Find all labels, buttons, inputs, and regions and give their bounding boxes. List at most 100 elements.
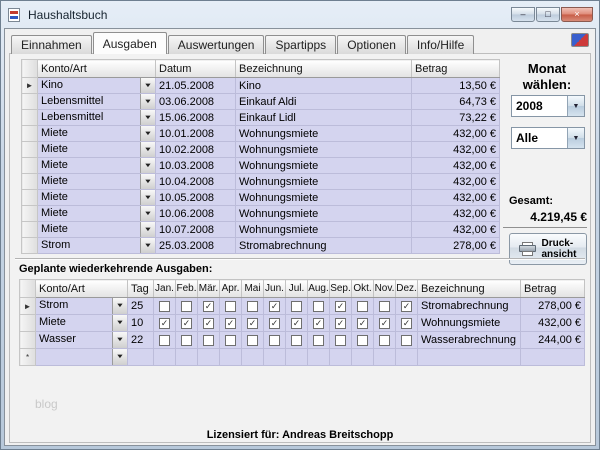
konto-cell[interactable]: Miete▼ [38,126,156,142]
month-checkbox-mai[interactable] [247,335,258,346]
betrag-cell[interactable]: 64,73 € [412,94,500,110]
datum-cell[interactable]: 10.05.2008 [156,190,236,206]
konto-cell[interactable]: Kino▼ [38,78,156,94]
konto-cell[interactable]: Lebensmittel▼ [38,110,156,126]
month-checkbox-feb[interactable] [181,335,192,346]
minimize-button[interactable]: – [511,7,535,22]
bezeichnung-cell[interactable]: Wohnungsmiete [236,206,412,222]
month-checkbox-apr[interactable] [225,335,236,346]
month-checkbox-mär[interactable]: ✓ [203,301,214,312]
column-header-betrag[interactable]: Betrag [412,60,500,78]
bezeichnung-cell[interactable]: Stromabrechnung [418,298,521,315]
column-header-apr[interactable]: Apr. [220,280,242,298]
konto-cell[interactable]: Miete▼ [38,206,156,222]
month-checkbox-jun[interactable]: ✓ [269,318,280,329]
column-header-mai[interactable]: Mai [242,280,264,298]
konto-cell[interactable]: Miete▼ [38,222,156,238]
row-header[interactable] [22,206,38,222]
betrag-cell[interactable]: 278,00 € [412,238,500,254]
tab-ausgaben[interactable]: Ausgaben [93,32,167,54]
month-checkbox-mär[interactable]: ✓ [203,318,214,329]
tab-optionen[interactable]: Optionen [337,35,406,54]
bezeichnung-cell[interactable]: Wohnungsmiete [236,222,412,238]
month-filter-select[interactable]: Alle ▼ [511,127,585,149]
month-checkbox-cell[interactable] [352,349,374,366]
month-checkbox-apr[interactable]: ✓ [225,318,236,329]
current-row-marker[interactable]: ► [20,298,36,315]
month-checkbox-dez[interactable]: ✓ [401,318,412,329]
month-checkbox-jun[interactable] [269,335,280,346]
konto-cell[interactable]: Miete▼ [38,142,156,158]
year-dropdown-button[interactable]: ▼ [567,96,584,116]
konto-cell[interactable]: Miete▼ [38,158,156,174]
dropdown-button[interactable]: ▼ [140,174,155,189]
bezeichnung-cell[interactable]: Wohnungsmiete [418,315,521,332]
column-header-feb[interactable]: Feb. [176,280,198,298]
bezeichnung-cell[interactable]: Stromabrechnung [236,238,412,254]
column-header-mär[interactable]: Mär. [198,280,220,298]
row-header[interactable] [22,94,38,110]
bezeichnung-cell[interactable] [418,349,521,366]
konto-cell[interactable]: ▼ [36,349,128,366]
month-checkbox-okt[interactable] [357,301,368,312]
row-header[interactable] [22,142,38,158]
bezeichnung-cell[interactable]: Einkauf Aldi [236,94,412,110]
betrag-cell[interactable]: 432,00 € [412,126,500,142]
month-checkbox-cell[interactable] [198,349,220,366]
bezeichnung-cell[interactable]: Wohnungsmiete [236,126,412,142]
grid-corner[interactable] [22,60,38,78]
betrag-cell[interactable]: 73,22 € [412,110,500,126]
row-header[interactable] [22,158,38,174]
dropdown-button[interactable]: ▼ [112,332,127,348]
datum-cell[interactable]: 03.06.2008 [156,94,236,110]
bezeichnung-cell[interactable]: Wohnungsmiete [236,190,412,206]
bezeichnung-cell[interactable]: Wohnungsmiete [236,142,412,158]
konto-cell[interactable]: Lebensmittel▼ [38,94,156,110]
column-header-bezeichnung[interactable]: Bezeichnung [418,280,521,298]
dropdown-button[interactable]: ▼ [140,94,155,109]
betrag-cell[interactable]: 432,00 € [412,190,500,206]
print-preview-button[interactable]: Druck- ansicht [509,233,587,265]
month-checkbox-jan[interactable]: ✓ [159,318,170,329]
month-checkbox-aug[interactable]: ✓ [313,318,324,329]
betrag-cell[interactable]: 432,00 € [412,158,500,174]
column-header-jul[interactable]: Jul. [286,280,308,298]
month-checkbox-cell[interactable] [308,349,330,366]
column-header-aug[interactable]: Aug. [308,280,330,298]
month-checkbox-aug[interactable] [313,335,324,346]
month-checkbox-okt[interactable]: ✓ [357,318,368,329]
dropdown-button[interactable]: ▼ [112,349,127,365]
month-checkbox-nov[interactable] [379,301,390,312]
konto-cell[interactable]: Strom▼ [36,298,128,315]
month-checkbox-jul[interactable]: ✓ [291,318,302,329]
column-header-tag[interactable]: Tag [128,280,154,298]
month-checkbox-jan[interactable] [159,335,170,346]
tag-cell[interactable] [128,349,154,366]
month-checkbox-dez[interactable]: ✓ [401,301,412,312]
month-checkbox-feb[interactable] [181,301,192,312]
bezeichnung-cell[interactable]: Wasserabrechnung [418,332,521,349]
month-checkbox-apr[interactable] [225,301,236,312]
language-flag-icon[interactable] [571,33,589,47]
month-checkbox-cell[interactable] [374,349,396,366]
datum-cell[interactable]: 10.02.2008 [156,142,236,158]
row-header[interactable] [22,190,38,206]
column-header-sep[interactable]: Sep. [330,280,352,298]
column-header-bezeichnung[interactable]: Bezeichnung [236,60,412,78]
month-checkbox-cell[interactable] [264,349,286,366]
month-checkbox-jun[interactable]: ✓ [269,301,280,312]
column-header-konto-art[interactable]: Konto/Art [38,60,156,78]
row-header[interactable] [22,126,38,142]
bezeichnung-cell[interactable]: Wohnungsmiete [236,174,412,190]
tab-spartipps[interactable]: Spartipps [265,35,336,54]
betrag-cell[interactable]: 244,00 € [521,332,585,349]
datum-cell[interactable]: 25.03.2008 [156,238,236,254]
column-header-jan[interactable]: Jan. [154,280,176,298]
betrag-cell[interactable]: 13,50 € [412,78,500,94]
dropdown-button[interactable]: ▼ [112,298,127,314]
datum-cell[interactable]: 21.05.2008 [156,78,236,94]
month-checkbox-okt[interactable] [357,335,368,346]
dropdown-button[interactable]: ▼ [140,222,155,237]
maximize-button[interactable]: □ [536,7,560,22]
month-checkbox-cell[interactable] [176,349,198,366]
